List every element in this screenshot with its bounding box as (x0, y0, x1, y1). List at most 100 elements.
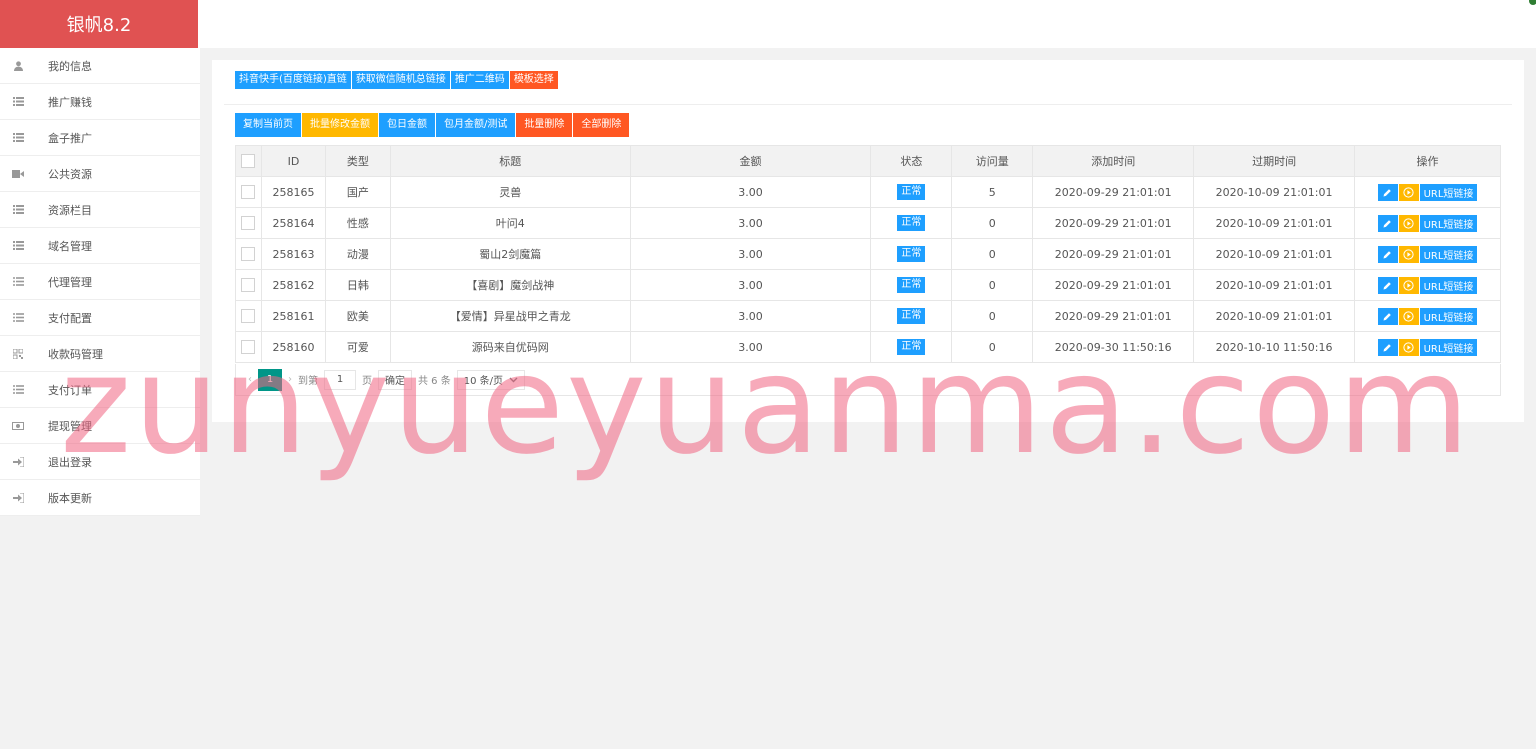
cell-type: 欧美 (324, 300, 391, 332)
chevron-down-icon (509, 377, 518, 382)
current-page[interactable]: 1 (258, 368, 282, 391)
sidebar-item-0[interactable]: 我的信息 (0, 48, 200, 84)
sidebar-item-6[interactable]: 代理管理 (0, 264, 200, 300)
per-page-select[interactable]: 10 条/页 (456, 369, 526, 390)
cell-visits: 0 (951, 300, 1034, 332)
cell-visits: 0 (951, 238, 1034, 270)
sidebar-item-7[interactable]: 支付配置 (0, 300, 200, 336)
preview-button[interactable] (1398, 214, 1419, 232)
preview-button[interactable] (1398, 307, 1419, 325)
sidebar-item-8[interactable]: 收款码管理 (0, 336, 200, 372)
wechat-link-button[interactable]: 获取微信随机总链接 (351, 71, 450, 89)
prev-page-button[interactable]: ‹ (248, 374, 252, 385)
row-checkbox[interactable] (241, 309, 256, 323)
resource-table: ID 类型 标题 金额 状态 访问量 添加时间 过期时间 操作 258165 国产… (235, 145, 1501, 363)
sidebar-item-3[interactable]: 公共资源 (0, 156, 200, 192)
sidebar: 银帆8.2 我的信息 推广赚钱 盒子推广 公共资源 资源栏目 域名管理 代理管理 支付配置 收款… (0, 0, 200, 516)
edit-button[interactable] (1377, 338, 1398, 356)
sidebar-item-11[interactable]: 退出登录 (0, 444, 200, 480)
sidebar-item-9[interactable]: 支付订单 (0, 372, 200, 408)
play-circle-icon (1403, 279, 1414, 291)
row-select-cell (235, 269, 262, 301)
sidebar-item-12[interactable]: 版本更新 (0, 480, 200, 516)
sidebar-item-1[interactable]: 推广赚钱 (0, 84, 200, 120)
confirm-page-button[interactable]: 确定 (378, 369, 412, 390)
sidebar-item-2[interactable]: 盒子推广 (0, 120, 200, 156)
cell-type: 性感 (324, 207, 391, 239)
edit-button[interactable] (1377, 276, 1398, 294)
page-input[interactable]: 1 (324, 369, 356, 390)
row-checkbox[interactable] (241, 216, 256, 230)
row-checkbox[interactable] (241, 247, 256, 261)
sidebar-item-label: 版本更新 (48, 491, 92, 505)
lower-area (200, 468, 1536, 749)
qrcode-button[interactable]: 推广二维码 (450, 71, 509, 89)
edit-button[interactable] (1377, 245, 1398, 263)
edit-button[interactable] (1377, 307, 1398, 325)
sidebar-item-label: 支付配置 (48, 311, 92, 325)
preview-button[interactable] (1398, 276, 1419, 294)
edit-button[interactable] (1377, 214, 1398, 232)
row-checkbox[interactable] (241, 278, 256, 292)
table-row: 258164 性感 叶问4 3.00 正常 0 2020-09-29 21:01:01 202… (235, 207, 1501, 239)
cell-visits: 0 (951, 207, 1034, 239)
preview-button[interactable] (1398, 183, 1419, 201)
monthly-amount-button[interactable]: 包月金额/测试 (436, 113, 516, 137)
template-button[interactable]: 模板选择 (509, 71, 558, 89)
cell-amount: 3.00 (629, 269, 872, 301)
edit-button[interactable] (1377, 183, 1398, 201)
play-circle-icon (1403, 248, 1414, 260)
cell-type: 动漫 (324, 238, 391, 270)
daily-amount-button[interactable]: 包日金额 (379, 113, 435, 137)
cell-id: 258160 (260, 331, 326, 363)
header-amount: 金额 (629, 145, 872, 177)
pencil-icon (1383, 281, 1391, 289)
url-short-link-button[interactable]: URL短链接 (1419, 183, 1478, 201)
cell-amount: 3.00 (629, 176, 872, 208)
bullet-list-icon (10, 277, 26, 286)
sidebar-item-label: 公共资源 (48, 167, 92, 181)
cell-status: 正常 (870, 300, 953, 332)
sidebar-item-10[interactable]: 提现管理 (0, 408, 200, 444)
next-page-button[interactable]: › (288, 374, 292, 385)
sidebar-item-label: 我的信息 (48, 59, 92, 73)
preview-button[interactable] (1398, 245, 1419, 263)
pencil-icon (1383, 312, 1391, 320)
row-checkbox[interactable] (241, 185, 256, 199)
table-body: 258165 国产 灵兽 3.00 正常 5 2020-09-29 21:01:01 2020… (235, 176, 1501, 363)
pagination: ‹ 1 › 到第 1 页 确定 共 6 条 10 条/页 (235, 364, 1501, 396)
row-select-cell (235, 176, 262, 208)
row-checkbox[interactable] (241, 340, 256, 354)
cell-amount: 3.00 (629, 238, 872, 270)
url-short-link-button[interactable]: URL短链接 (1419, 307, 1478, 325)
goto-label: 到第 (298, 376, 318, 387)
play-circle-icon (1403, 341, 1414, 353)
header-title: 标题 (389, 145, 631, 177)
total-count: 共 6 条 (418, 376, 451, 387)
cell-status: 正常 (870, 176, 953, 208)
select-all-checkbox[interactable] (241, 154, 256, 168)
cell-title: 灵兽 (389, 176, 631, 208)
cell-actions: URL短链接 (1354, 176, 1501, 208)
cell-actions: URL短链接 (1354, 300, 1501, 332)
sidebar-item-4[interactable]: 资源栏目 (0, 192, 200, 228)
sidebar-item-5[interactable]: 域名管理 (0, 228, 200, 264)
table-row: 258160 可爱 源码来自优码网 3.00 正常 0 2020-09-30 11:50:1… (235, 331, 1501, 363)
batch-delete-button[interactable]: 批量删除 (516, 113, 573, 137)
copy-page-button[interactable]: 复制当前页 (235, 113, 301, 137)
url-short-link-button[interactable]: URL短链接 (1419, 276, 1478, 294)
cell-title: 【喜剧】魔剑战神 (389, 269, 631, 301)
delete-all-button[interactable]: 全部删除 (573, 113, 630, 137)
cell-expires: 2020-10-09 21:01:01 (1193, 300, 1356, 332)
preview-button[interactable] (1398, 338, 1419, 356)
status-dot (1529, 0, 1536, 5)
url-short-link-button[interactable]: URL短链接 (1419, 245, 1478, 263)
douyin-link-button[interactable]: 抖音快手(百度链接)直链 (235, 71, 351, 89)
header-status: 状态 (870, 145, 953, 177)
url-short-link-button[interactable]: URL短链接 (1419, 214, 1478, 232)
url-short-link-button[interactable]: URL短链接 (1419, 338, 1478, 356)
cell-status: 正常 (870, 331, 953, 363)
cell-status: 正常 (870, 238, 953, 270)
pencil-icon (1383, 343, 1391, 351)
batch-edit-amount-button[interactable]: 批量修改金额 (302, 113, 378, 137)
